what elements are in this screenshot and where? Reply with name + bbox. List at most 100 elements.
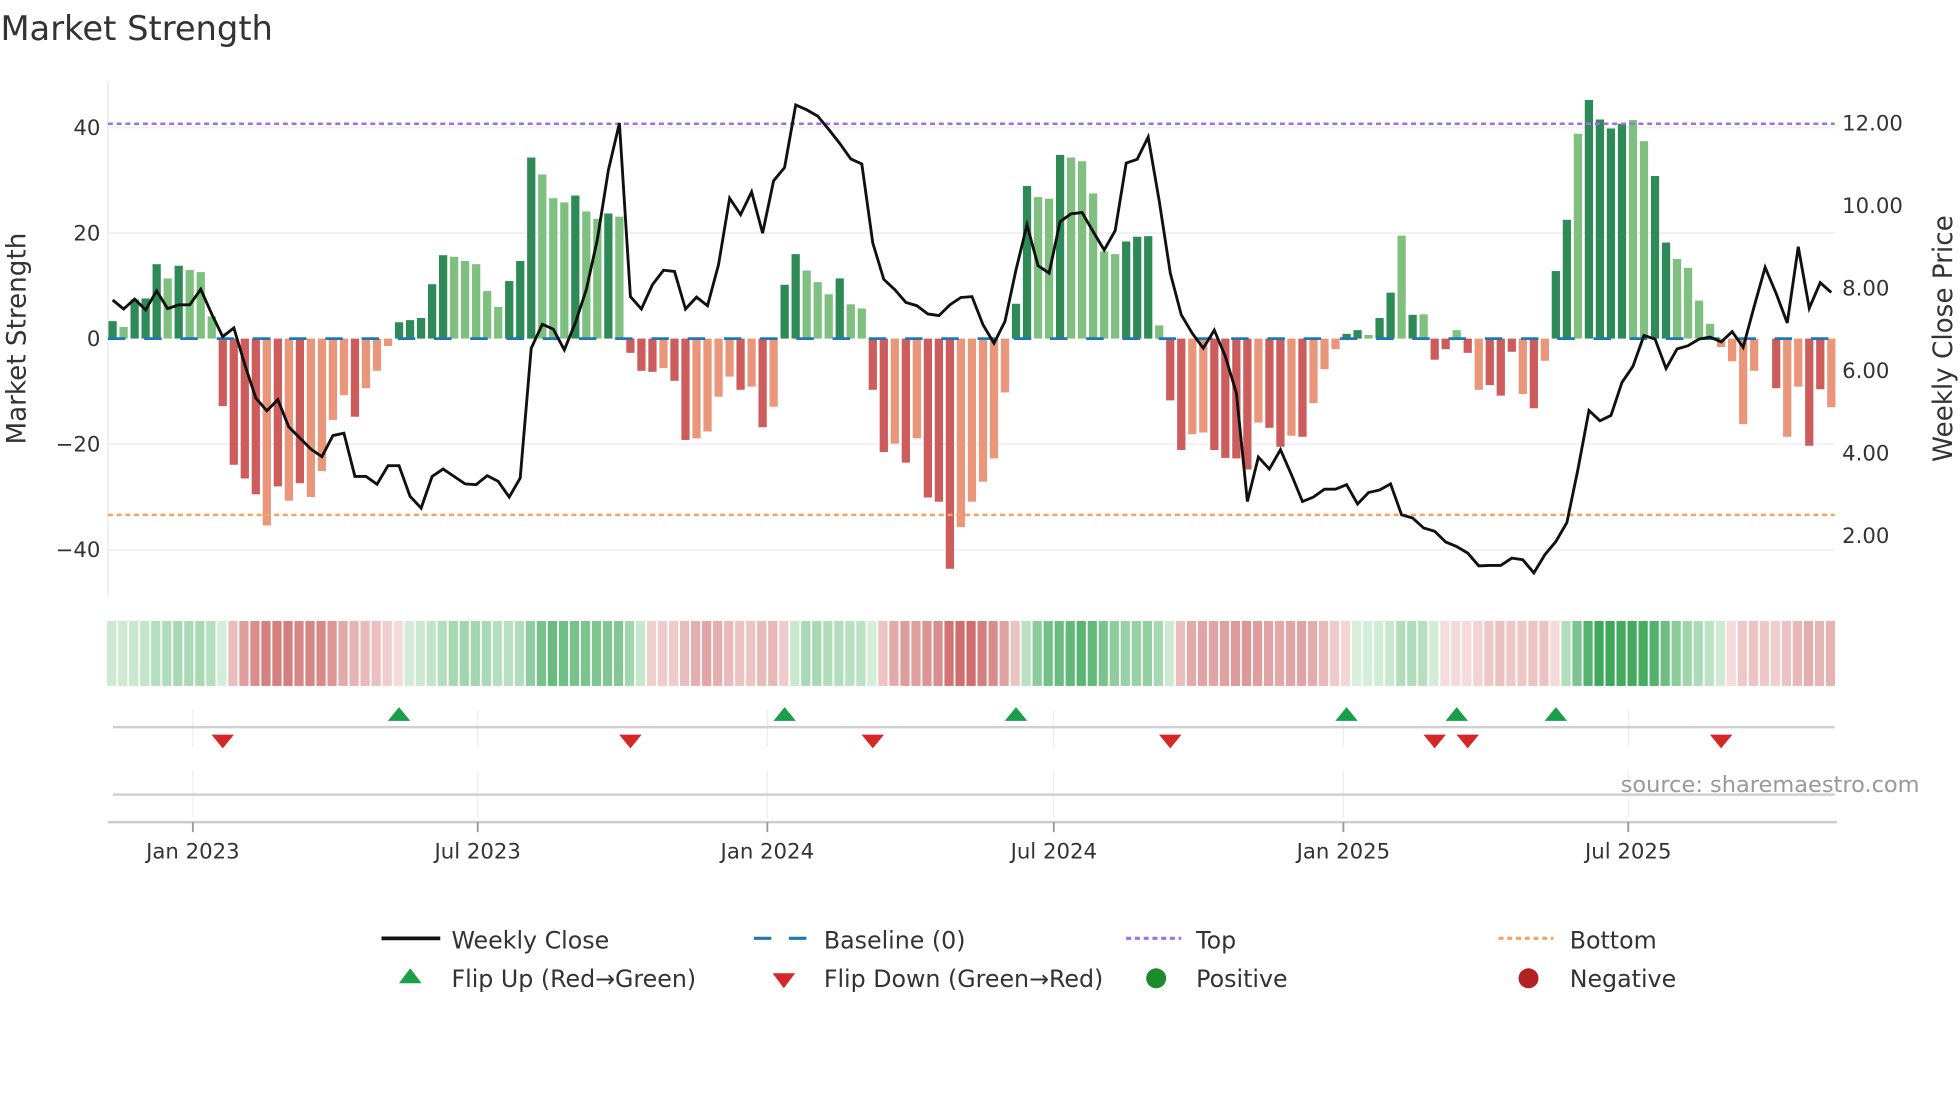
heatmap-cell [1726,620,1736,686]
heatmap-cell [1616,620,1626,686]
negative-bar [1728,338,1737,362]
heatmap-cell [1440,620,1450,686]
heatmap-cell [1252,620,1263,686]
heatmap-cell [525,620,535,686]
heatmap-cell [1429,620,1439,686]
positive-bar [791,254,800,339]
heatmap-cell [1561,620,1571,686]
positive-bar [813,282,822,339]
legend-item-negative[interactable]: Negative [1518,965,1677,993]
positive-bar [108,321,117,339]
positive-bar [1133,236,1142,339]
heatmap-cell [107,620,117,686]
legend-item-bottom[interactable]: Bottom [1498,926,1657,954]
positive-bar [1617,123,1627,339]
positive-bar [472,264,481,339]
heatmap-cell [801,620,811,686]
heatmap-cell [206,620,216,686]
negative-bar [1739,338,1748,425]
heatmap-cell [602,620,613,686]
heatmap-cell [1230,620,1241,686]
legend-label: Bottom [1570,926,1657,954]
heatmap-cell [1010,620,1020,686]
legend-item-flip-up[interactable]: Flip Up (Red→Green) [399,965,696,993]
heatmap-cell [1462,620,1472,686]
heatmap-cell [448,620,458,686]
positive-bar [1011,303,1021,339]
legend-label: Positive [1196,965,1287,993]
heatmap-cell [1285,620,1296,686]
positive-bar [1683,267,1693,339]
negative-bar [736,338,745,390]
legend-item-positive[interactable]: Positive [1146,965,1288,993]
heatmap-cell [382,620,392,686]
heatmap-cell [944,620,954,686]
flip-down-marker [1159,734,1182,749]
negative-bar [956,338,966,528]
heatmap-cell [1219,620,1230,686]
heatmap-cell [1341,620,1351,686]
legend-item-flip-down[interactable]: Flip Down (Green→Red) [772,965,1104,993]
positive-bar [1694,300,1704,339]
heatmap-cell [1385,620,1395,686]
negative-bar [328,338,338,420]
legend-item-top[interactable]: Top [1126,926,1236,954]
negative-bar [1298,338,1307,437]
heatmap-cell [184,620,194,686]
flip-down-marker [211,734,235,749]
positive-bar [560,202,569,339]
x-tick-label: Jan 2025 [1295,839,1391,864]
negative-bar [251,338,260,495]
heatmap-cell [668,620,679,686]
negative-bar [725,338,734,377]
negative-bar [1243,338,1252,470]
negative-bar [912,338,921,439]
heatmap-cell [580,620,591,686]
positive-bar [1375,318,1384,339]
source-annotation: source: sharemaestro.com [1621,772,1920,798]
market-strength-chart: Market Strength 40 20 0 −20 −40 12.00 10.00 8.… [0,9,1959,993]
heatmap-cell [790,620,800,686]
heatmap-cell [338,620,348,686]
flip-down-marker [619,734,642,749]
negative-bar [890,338,899,444]
heatmap-cell [1043,620,1053,686]
heatmap-cell [283,620,293,686]
negative-bar [681,338,690,440]
heatmap-cell [470,620,480,686]
heatmap-cell [1263,620,1274,686]
positive-bar [494,306,503,339]
positive-bar [119,326,128,339]
negative-bar [1540,338,1549,361]
heatmap-cell [1087,620,1097,686]
negative-bar [1188,338,1197,435]
negative-bar [1518,338,1527,395]
negative-bar [1166,338,1175,401]
heatmap-cell [812,620,822,686]
heatmap-cell [1296,620,1307,686]
legend-item-weekly-close[interactable]: Weekly Close [381,926,610,954]
positive-bar [1650,176,1660,339]
triangle-up-icon [399,968,422,984]
positive-bar [1408,314,1417,339]
legend-item-baseline[interactable]: Baseline (0) [753,926,966,954]
heatmap-cell [1241,620,1252,686]
heatmap-cell [724,620,734,686]
legend-label: Baseline (0) [824,926,966,954]
right-tick-label: 4.00 [1842,441,1889,466]
left-tick-label: 0 [87,327,101,352]
heatmap-cell [1594,620,1604,686]
heatmap-cell [1792,620,1802,686]
positive-bar [1595,119,1605,339]
heatmap-cell [646,620,657,686]
heatmap-cell [691,620,701,686]
positive-bar [824,294,833,339]
heatmap-cell [1539,620,1549,686]
heatmap-cell [1197,620,1208,686]
negative-bar [758,338,767,428]
negative-bar [295,338,305,484]
heatmap-cell [999,620,1009,686]
strength-heatmap-strip [107,620,1836,686]
negative-bar [361,338,371,389]
negative-bar [1276,338,1285,447]
